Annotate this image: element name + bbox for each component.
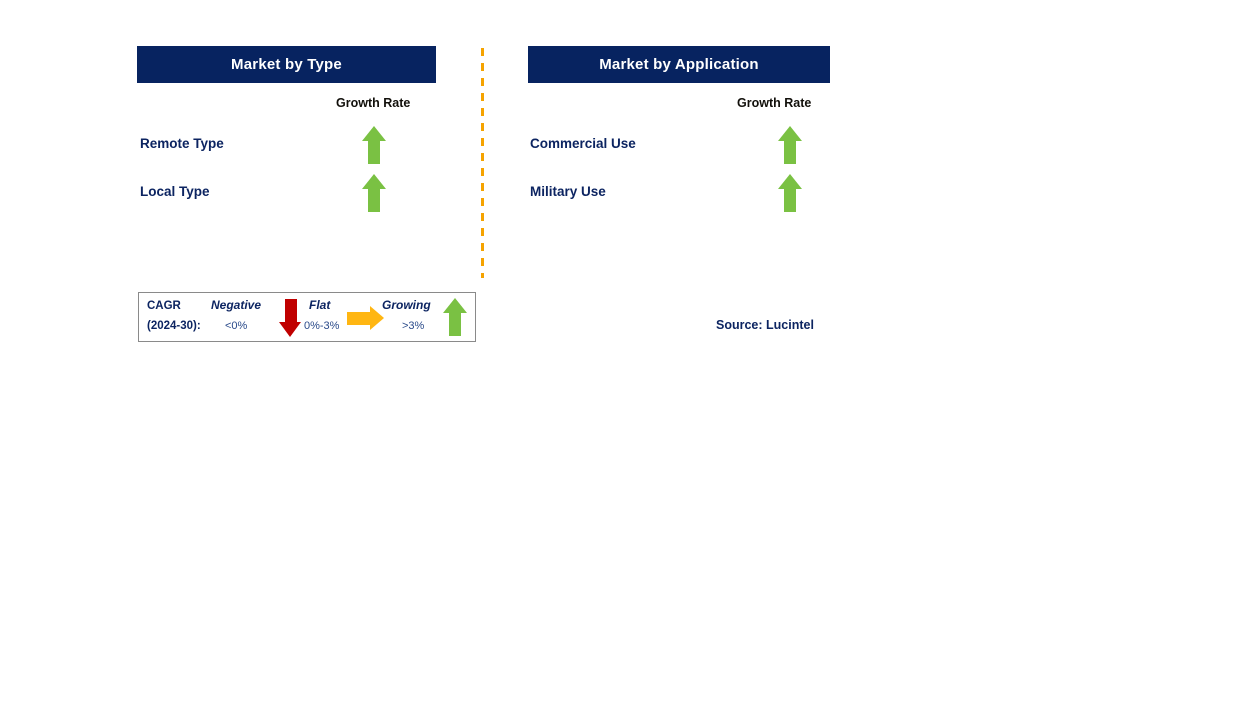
panel-header-market-by-type: Market by Type xyxy=(137,46,436,83)
growth-rate-column-header-type: Growth Rate xyxy=(336,96,411,110)
arrow-up-icon-military-use xyxy=(778,174,802,212)
arrow-up-icon-remote-type xyxy=(362,126,386,164)
arrow-down-icon-legend xyxy=(279,299,302,337)
legend-term-growing: Growing xyxy=(382,298,431,312)
panel-title-market-by-type: Market by Type xyxy=(231,56,342,73)
arrow-right-icon-legend xyxy=(347,306,384,331)
row-label-commercial-use: Commercial Use xyxy=(530,136,636,151)
arrow-up-icon-legend xyxy=(443,298,467,336)
arrow-up-icon-local-type xyxy=(362,174,386,212)
legend-range-negative: <0% xyxy=(225,320,248,332)
row-label-remote-type: Remote Type xyxy=(140,136,224,151)
legend-title-cagr: CAGR xyxy=(147,300,181,312)
legend-range-flat: 0%-3% xyxy=(304,320,340,332)
row-label-military-use: Military Use xyxy=(530,184,606,199)
panel-divider xyxy=(481,48,484,278)
legend-title-period: (2024-30): xyxy=(147,320,201,332)
panel-title-market-by-application: Market by Application xyxy=(599,56,759,73)
arrow-up-icon-commercial-use xyxy=(778,126,802,164)
legend-range-growing: >3% xyxy=(402,320,425,332)
cagr-legend: CAGR (2024-30): Negative <0% Flat 0%-3% … xyxy=(138,292,476,342)
panel-header-market-by-application: Market by Application xyxy=(528,46,830,83)
growth-rate-column-header-application: Growth Rate xyxy=(737,96,812,110)
row-label-local-type: Local Type xyxy=(140,184,210,199)
source-note: Source: Lucintel xyxy=(716,318,814,332)
legend-term-flat: Flat xyxy=(309,298,331,312)
legend-term-negative: Negative xyxy=(211,298,262,312)
